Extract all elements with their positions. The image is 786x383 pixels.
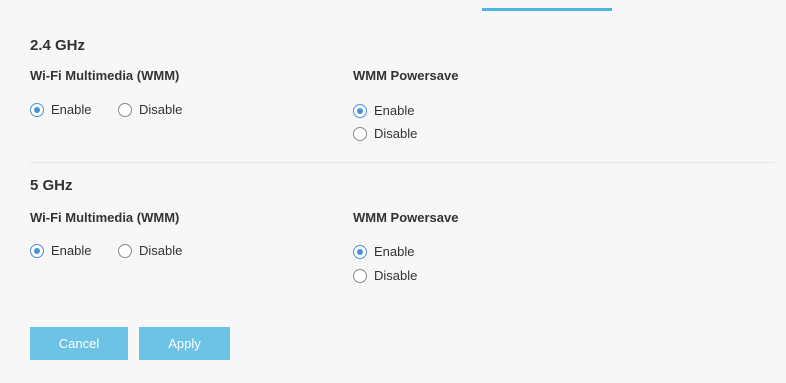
wmm-label-2-4ghz: Wi-Fi Multimedia (WMM) bbox=[30, 68, 180, 83]
section-title-5ghz: 5 GHz bbox=[30, 177, 73, 194]
cancel-button[interactable]: Cancel bbox=[30, 327, 128, 360]
radio-label: Disable bbox=[139, 102, 183, 117]
radio-selected-icon bbox=[353, 103, 367, 118]
powersave-enable-radio-5ghz[interactable]: Enable bbox=[353, 244, 414, 259]
section-divider bbox=[30, 162, 774, 163]
radio-selected-icon bbox=[30, 102, 44, 117]
powersave-label-5ghz: WMM Powersave bbox=[353, 210, 459, 225]
radio-selected-icon bbox=[30, 243, 44, 258]
radio-label: Enable bbox=[51, 102, 92, 117]
radio-unselected-icon bbox=[353, 268, 367, 283]
radio-unselected-icon bbox=[353, 126, 367, 141]
radio-selected-icon bbox=[353, 244, 367, 259]
radio-label: Enable bbox=[51, 243, 92, 258]
wmm-disable-radio-5ghz[interactable]: Disable bbox=[118, 243, 182, 258]
radio-label: Enable bbox=[374, 244, 415, 259]
radio-unselected-icon bbox=[118, 243, 132, 258]
powersave-disable-radio-5ghz[interactable]: Disable bbox=[353, 268, 417, 283]
wmm-label-5ghz: Wi-Fi Multimedia (WMM) bbox=[30, 210, 180, 225]
radio-unselected-icon bbox=[118, 102, 132, 117]
section-title-2-4ghz: 2.4 GHz bbox=[30, 37, 86, 54]
powersave-enable-radio-2-4ghz[interactable]: Enable bbox=[353, 103, 414, 118]
wmm-enable-radio-2-4ghz[interactable]: Enable bbox=[30, 102, 91, 117]
radio-label: Disable bbox=[374, 268, 418, 283]
radio-label: Enable bbox=[374, 103, 415, 118]
wmm-enable-radio-5ghz[interactable]: Enable bbox=[30, 243, 91, 258]
powersave-disable-radio-2-4ghz[interactable]: Disable bbox=[353, 126, 417, 141]
radio-label: Disable bbox=[139, 243, 183, 258]
powersave-label-2-4ghz: WMM Powersave bbox=[353, 68, 459, 83]
apply-button[interactable]: Apply bbox=[139, 327, 230, 360]
radio-label: Disable bbox=[374, 126, 418, 141]
wmm-disable-radio-2-4ghz[interactable]: Disable bbox=[118, 102, 182, 117]
active-tab-indicator bbox=[482, 8, 612, 11]
